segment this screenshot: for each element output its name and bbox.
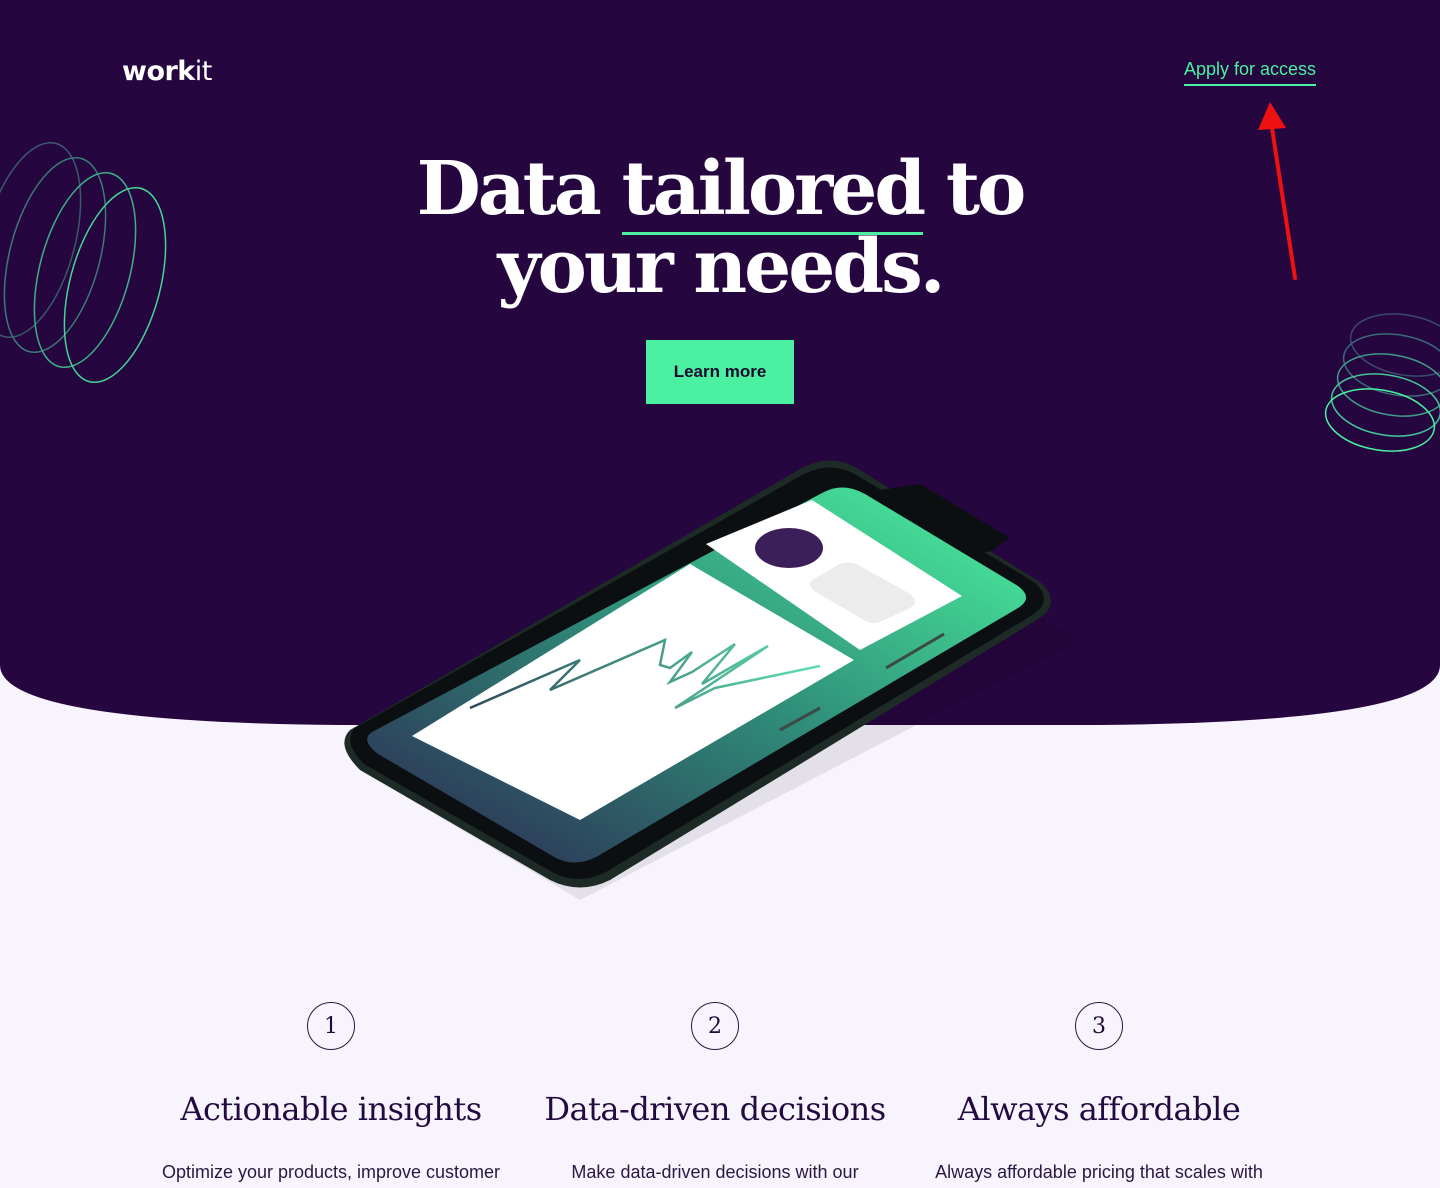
feature-title: Always affordable bbox=[957, 1090, 1241, 1128]
hero-title: Data tailored to your needs. bbox=[0, 146, 1440, 306]
logo-bold-text: work bbox=[122, 56, 195, 87]
hero-title-line2: your needs. bbox=[497, 224, 945, 310]
apply-for-access-link[interactable]: Apply for access bbox=[1184, 59, 1317, 86]
hero-title-part2: to bbox=[923, 146, 1027, 232]
feature-number: 3 bbox=[1075, 1002, 1123, 1050]
feature-item: 1 Actionable insights Optimize your prod… bbox=[131, 1000, 531, 1183]
feature-description: Always affordable pricing that scales wi… bbox=[935, 1162, 1263, 1182]
logo[interactable]: workit bbox=[122, 56, 212, 87]
hero-title-part1: Data bbox=[416, 146, 622, 232]
logo-light-text: it bbox=[194, 56, 213, 87]
feature-description: Optimize your products, improve customer bbox=[161, 1162, 501, 1182]
avatar-circle-icon bbox=[755, 528, 823, 568]
hero-title-underlined: tailored bbox=[621, 146, 926, 235]
feature-number: 1 bbox=[307, 1002, 355, 1050]
phone-illustration-icon bbox=[344, 460, 1080, 900]
feature-title: Data-driven decisions bbox=[544, 1090, 886, 1128]
feature-description: Make data-driven decisions with our bbox=[571, 1162, 859, 1182]
feature-item: 2 Data-driven decisions Make data-driven… bbox=[515, 1000, 915, 1183]
learn-more-button[interactable]: Learn more bbox=[646, 340, 794, 404]
feature-number: 2 bbox=[691, 1002, 739, 1050]
feature-title: Actionable insights bbox=[180, 1090, 482, 1128]
feature-item: 3 Always affordable Always affordable pr… bbox=[899, 1000, 1299, 1183]
